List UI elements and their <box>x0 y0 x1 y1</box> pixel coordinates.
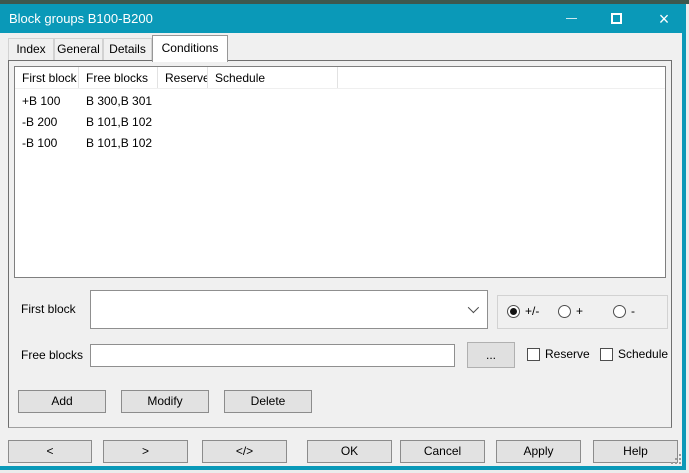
cell-free-blocks: B 101,B 102 <box>79 112 158 133</box>
sign-radio-group: +/- + - <box>497 295 668 329</box>
reserve-checkbox[interactable]: Reserve <box>527 348 590 361</box>
first-block-combobox-value <box>97 302 457 318</box>
close-button[interactable]: × <box>648 4 680 33</box>
schedule-checkbox-label: Schedule <box>618 348 668 361</box>
modify-button[interactable]: Modify <box>121 390 209 413</box>
tab-index[interactable]: Index <box>8 38 54 61</box>
code-view-button[interactable]: </> <box>202 440 287 463</box>
radio-icon <box>613 305 626 318</box>
resize-grip[interactable] <box>671 454 683 466</box>
ok-button[interactable]: OK <box>307 440 392 463</box>
cell-schedule <box>208 91 338 112</box>
previous-button[interactable]: < <box>8 440 92 463</box>
radio-icon <box>558 305 571 318</box>
list-row[interactable]: -B 100 B 101,B 102 <box>15 133 665 154</box>
column-header-filler <box>338 67 665 88</box>
column-header-reserve[interactable]: Reserve <box>158 67 208 88</box>
cell-reserve <box>158 91 208 112</box>
cell-first-block: -B 200 <box>15 112 79 133</box>
tab-general[interactable]: General <box>54 38 103 61</box>
radio-icon <box>507 305 520 318</box>
free-blocks-label: Free blocks <box>21 348 83 363</box>
radio-plus-label: + <box>576 305 583 318</box>
radio-plus-minus-label: +/- <box>525 305 539 318</box>
list-rows: +B 100 B 300,B 301 -B 200 B 101,B 102 -B… <box>15 89 665 154</box>
column-header-free-blocks[interactable]: Free blocks <box>79 67 158 88</box>
tab-details[interactable]: Details <box>103 38 152 61</box>
dialog-window: Block groups B100-B200 × Index General D… <box>0 4 686 470</box>
cell-schedule <box>208 112 338 133</box>
radio-plus-minus[interactable]: +/- <box>507 305 539 318</box>
checkbox-icon <box>600 348 613 361</box>
reserve-checkbox-label: Reserve <box>545 348 590 361</box>
list-row[interactable]: +B 100 B 300,B 301 <box>15 91 665 112</box>
column-header-first-block[interactable]: First block <box>15 67 79 88</box>
cell-first-block: -B 100 <box>15 133 79 154</box>
browse-button[interactable]: ... <box>467 342 515 368</box>
cell-first-block: +B 100 <box>15 91 79 112</box>
maximize-icon <box>611 13 622 24</box>
minimize-button[interactable] <box>555 4 587 33</box>
conditions-list: First block Free blocks Reserve Schedule… <box>14 66 666 278</box>
list-row[interactable]: -B 200 B 101,B 102 <box>15 112 665 133</box>
apply-button[interactable]: Apply <box>496 440 581 463</box>
schedule-checkbox[interactable]: Schedule <box>600 348 668 361</box>
add-button[interactable]: Add <box>18 390 106 413</box>
chevron-down-icon <box>468 302 479 313</box>
close-icon: × <box>659 10 670 28</box>
dialog-client-area: Index General Details Conditions First b… <box>0 33 682 466</box>
cell-free-blocks: B 101,B 102 <box>79 133 158 154</box>
minimize-icon <box>566 18 577 19</box>
cell-reserve <box>158 112 208 133</box>
radio-minus-label: - <box>631 305 635 318</box>
window-title: Block groups B100-B200 <box>9 11 153 26</box>
cell-reserve <box>158 133 208 154</box>
checkbox-icon <box>527 348 540 361</box>
cell-free-blocks: B 300,B 301 <box>79 91 158 112</box>
first-block-label: First block <box>21 302 76 317</box>
maximize-button[interactable] <box>600 4 632 33</box>
delete-button[interactable]: Delete <box>224 390 312 413</box>
titlebar[interactable]: Block groups B100-B200 × <box>0 4 682 33</box>
free-blocks-input[interactable] <box>90 344 455 367</box>
first-block-combobox[interactable] <box>90 290 488 329</box>
list-header-row: First block Free blocks Reserve Schedule <box>15 67 665 89</box>
radio-minus[interactable]: - <box>613 305 635 318</box>
column-header-schedule[interactable]: Schedule <box>208 67 338 88</box>
cancel-button[interactable]: Cancel <box>400 440 485 463</box>
resize-grip-icon <box>679 462 681 464</box>
radio-plus[interactable]: + <box>558 305 583 318</box>
help-button[interactable]: Help <box>593 440 678 463</box>
tab-conditions[interactable]: Conditions <box>152 35 228 62</box>
cell-schedule <box>208 133 338 154</box>
next-button[interactable]: > <box>103 440 188 463</box>
